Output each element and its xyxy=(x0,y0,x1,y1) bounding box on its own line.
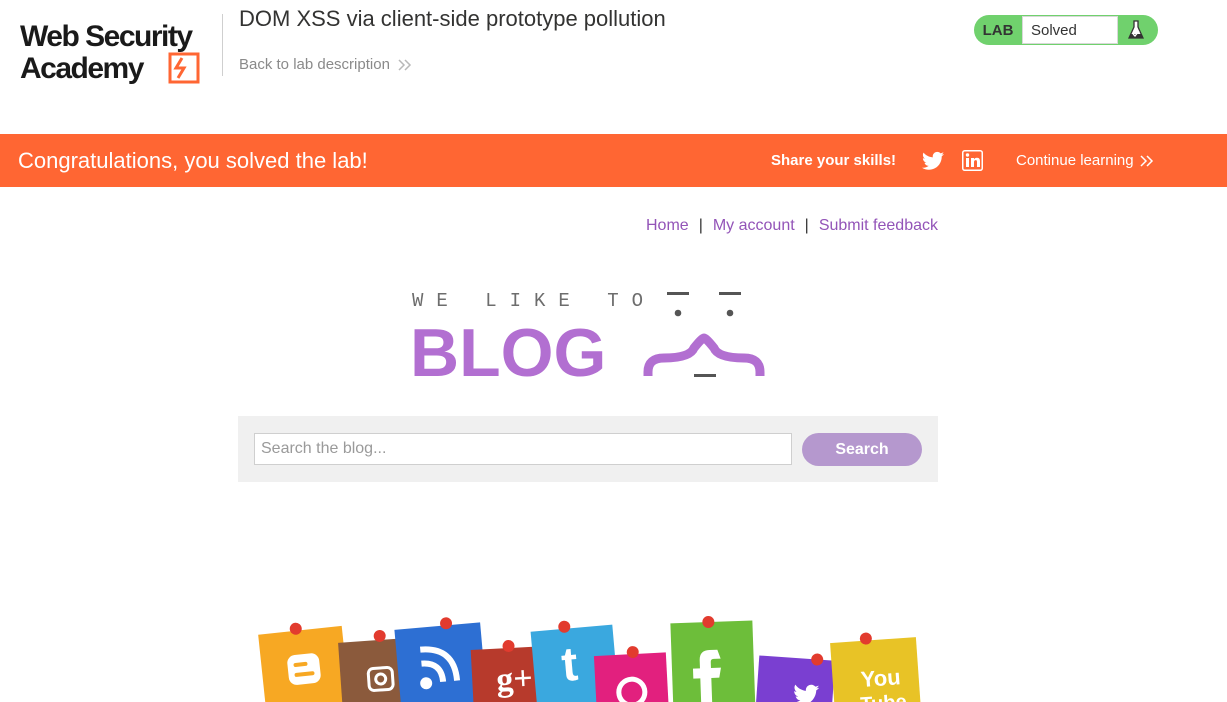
back-to-lab-description-link[interactable]: Back to lab description xyxy=(239,56,412,73)
blog-search-input[interactable] xyxy=(254,433,792,465)
academy-logo[interactable]: Web Security Academy xyxy=(20,14,220,86)
top-nav: Home | My account | Submit feedback xyxy=(646,217,938,235)
congratulations-message: Congratulations, you solved the lab! xyxy=(18,148,368,173)
twitter-icon[interactable] xyxy=(922,151,944,171)
svg-text:You: You xyxy=(860,664,902,692)
nav-separator: | xyxy=(804,217,809,234)
blog-header-graphic: WE LIKE TO BLOG xyxy=(410,290,765,382)
double-chevron-right-icon xyxy=(1140,154,1153,167)
lab-badge: LAB xyxy=(982,21,1014,39)
back-link-label: Back to lab description xyxy=(239,56,390,73)
logo-line1: Web Security xyxy=(20,20,193,53)
facebook-note-icon xyxy=(670,616,756,702)
logo-line2: Academy xyxy=(20,52,145,85)
nav-submit-feedback-link[interactable]: Submit feedback xyxy=(819,217,938,234)
twitter-note-icon xyxy=(754,653,836,702)
search-section: Search xyxy=(238,416,938,482)
nav-my-account-link[interactable]: My account xyxy=(713,217,795,234)
logo-divider xyxy=(222,14,223,76)
blogger-note-icon xyxy=(258,622,351,702)
social-media-notes-illustration: g+ t You Tube xyxy=(258,616,922,702)
search-button[interactable]: Search xyxy=(802,433,922,466)
blog-word: BLOG xyxy=(410,315,606,382)
youtube-note-icon: You Tube xyxy=(830,632,922,702)
continue-learning-link[interactable]: Continue learning xyxy=(1016,152,1154,169)
nav-separator: | xyxy=(698,217,703,234)
face-icon xyxy=(643,292,765,377)
double-chevron-right-icon xyxy=(398,58,411,71)
blog-tagline: WE LIKE TO xyxy=(412,290,656,312)
lab-status-widget: LAB Solved xyxy=(974,15,1158,45)
share-skills-label: Share your skills! xyxy=(771,152,897,169)
solved-banner: Congratulations, you solved the lab! Sha… xyxy=(0,134,1227,187)
linkedin-icon[interactable] xyxy=(962,150,983,171)
lab-status-value: Solved xyxy=(1022,16,1118,44)
nav-home-link[interactable]: Home xyxy=(646,217,689,234)
flask-icon xyxy=(1118,15,1154,45)
lab-title: DOM XSS via client-side prototype pollut… xyxy=(239,6,666,31)
continue-learning-label: Continue learning xyxy=(1016,152,1134,169)
svg-text:g+: g+ xyxy=(495,660,533,699)
